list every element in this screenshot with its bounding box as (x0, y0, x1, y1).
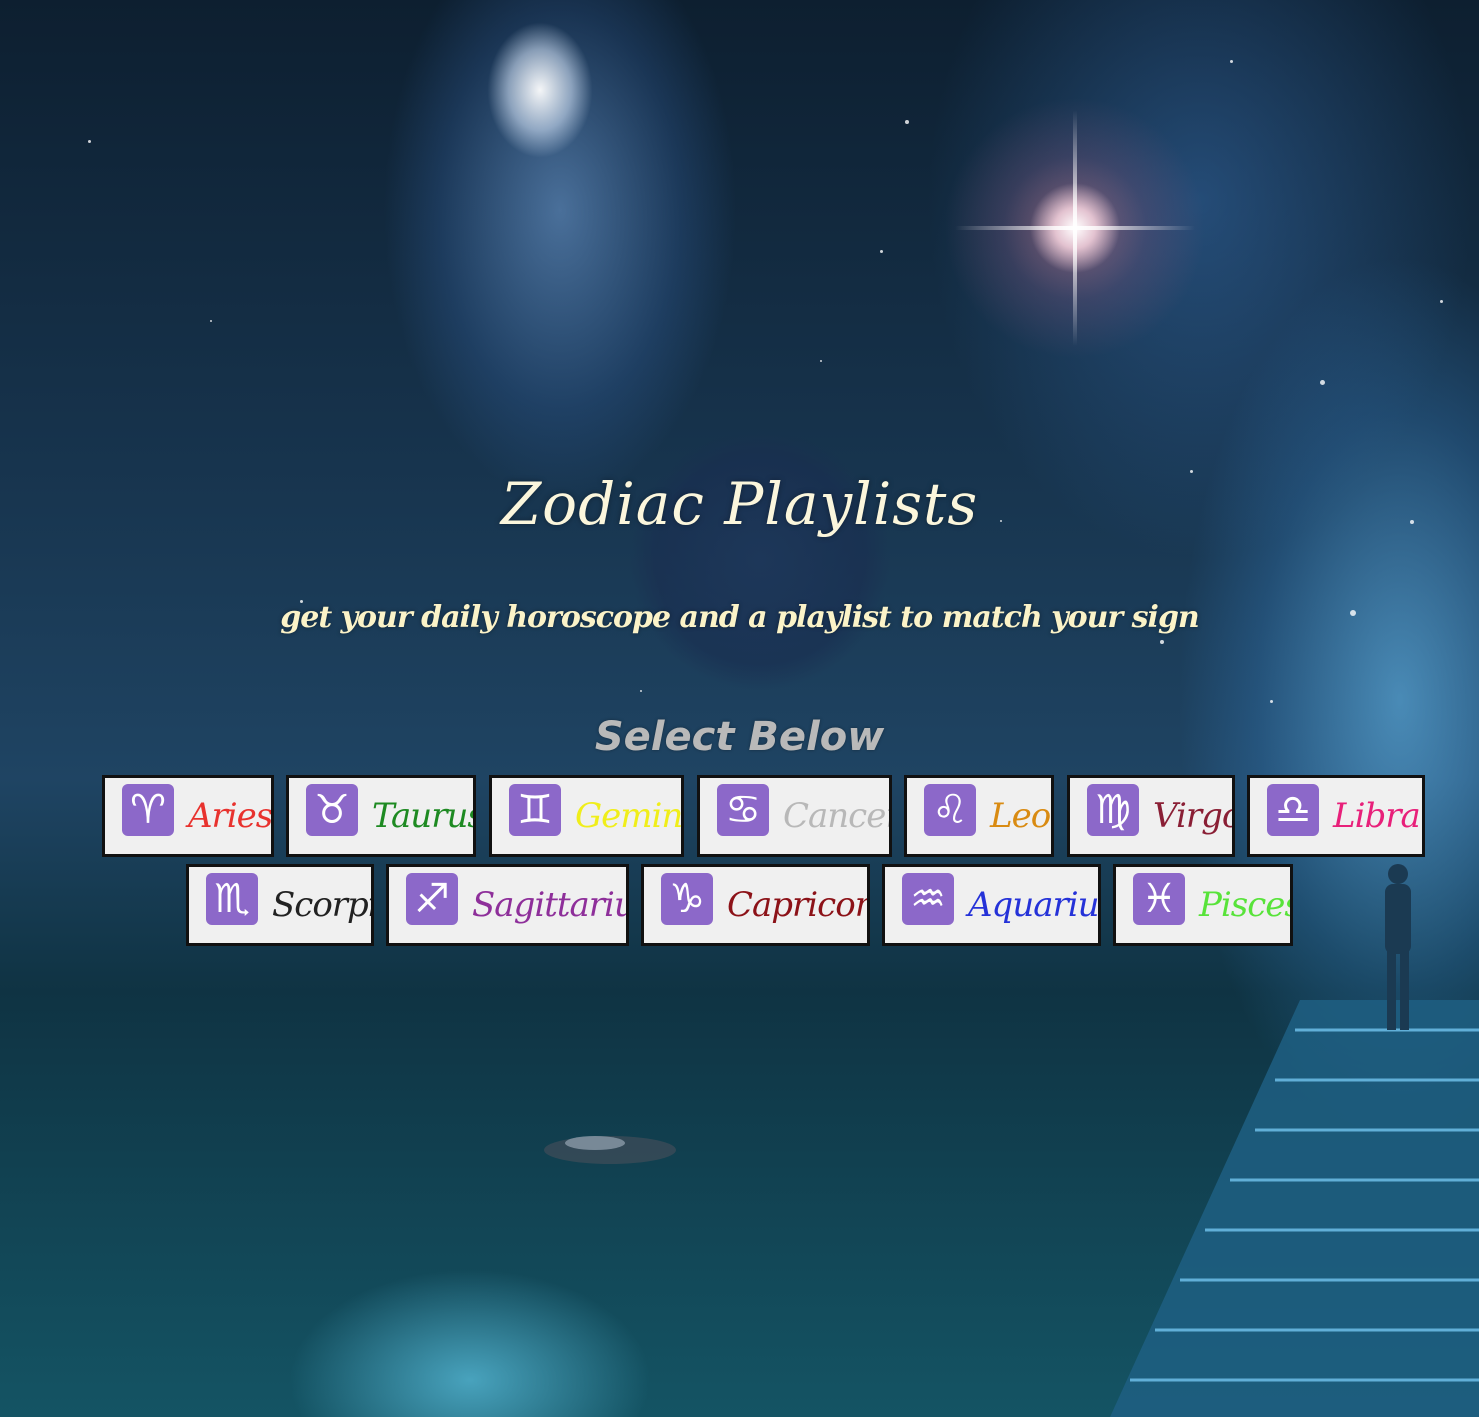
sagittarius-icon: ♐ (406, 873, 458, 925)
sign-button-cancer[interactable]: ♋ Cancer (697, 775, 892, 857)
sign-label: Capricorn (727, 885, 870, 925)
gemini-icon: ♊ (509, 784, 561, 836)
sign-label: Pisces (1199, 885, 1293, 925)
scorpio-icon: ♏ (206, 873, 258, 925)
sign-label: Cancer (783, 796, 892, 836)
sign-label: Scorpio (272, 885, 371, 925)
sign-label: Leo (990, 796, 1051, 836)
sign-button-taurus[interactable]: ♉ Taurus (286, 775, 476, 857)
sign-label: Aries (188, 796, 273, 836)
virgo-icon: ♍ (1087, 784, 1139, 836)
aquarius-icon: ♒ (902, 873, 954, 925)
sign-button-gemini[interactable]: ♊ Gemini (489, 775, 684, 857)
sign-button-virgo[interactable]: ♍ Virgo (1067, 775, 1235, 857)
select-prompt: Select Below (594, 714, 885, 760)
page-title: Zodiac Playlists (500, 470, 979, 538)
sign-label: Sagittarius (472, 885, 626, 925)
leo-icon: ♌ (924, 784, 976, 836)
sign-button-sagittarius[interactable]: ♐ Sagittarius (386, 864, 629, 946)
libra-icon: ♎ (1267, 784, 1319, 836)
sign-button-aries[interactable]: ♈ Aries (102, 775, 274, 857)
sign-label: Libra (1333, 796, 1421, 836)
sign-button-aquarius[interactable]: ♒ Aquarius (882, 864, 1101, 946)
sign-label: Aquarius (968, 885, 1101, 925)
sign-button-libra[interactable]: ♎ Libra (1247, 775, 1425, 857)
sign-label: Gemini (575, 796, 684, 836)
pisces-icon: ♓ (1133, 873, 1185, 925)
aries-icon: ♈ (122, 784, 174, 836)
taurus-icon: ♉ (306, 784, 358, 836)
sign-button-capricorn[interactable]: ♑ Capricorn (641, 864, 870, 946)
capricorn-icon: ♑ (661, 873, 713, 925)
space-background (0, 0, 1479, 1417)
page-subtitle: get your daily horoscope and a playlist … (280, 600, 1200, 635)
sign-button-pisces[interactable]: ♓ Pisces (1113, 864, 1293, 946)
sign-label: Taurus (372, 796, 476, 836)
cancer-icon: ♋ (717, 784, 769, 836)
sign-button-leo[interactable]: ♌ Leo (904, 775, 1054, 857)
sign-label: Virgo (1153, 796, 1235, 836)
sign-button-scorpio[interactable]: ♏ Scorpio (186, 864, 374, 946)
